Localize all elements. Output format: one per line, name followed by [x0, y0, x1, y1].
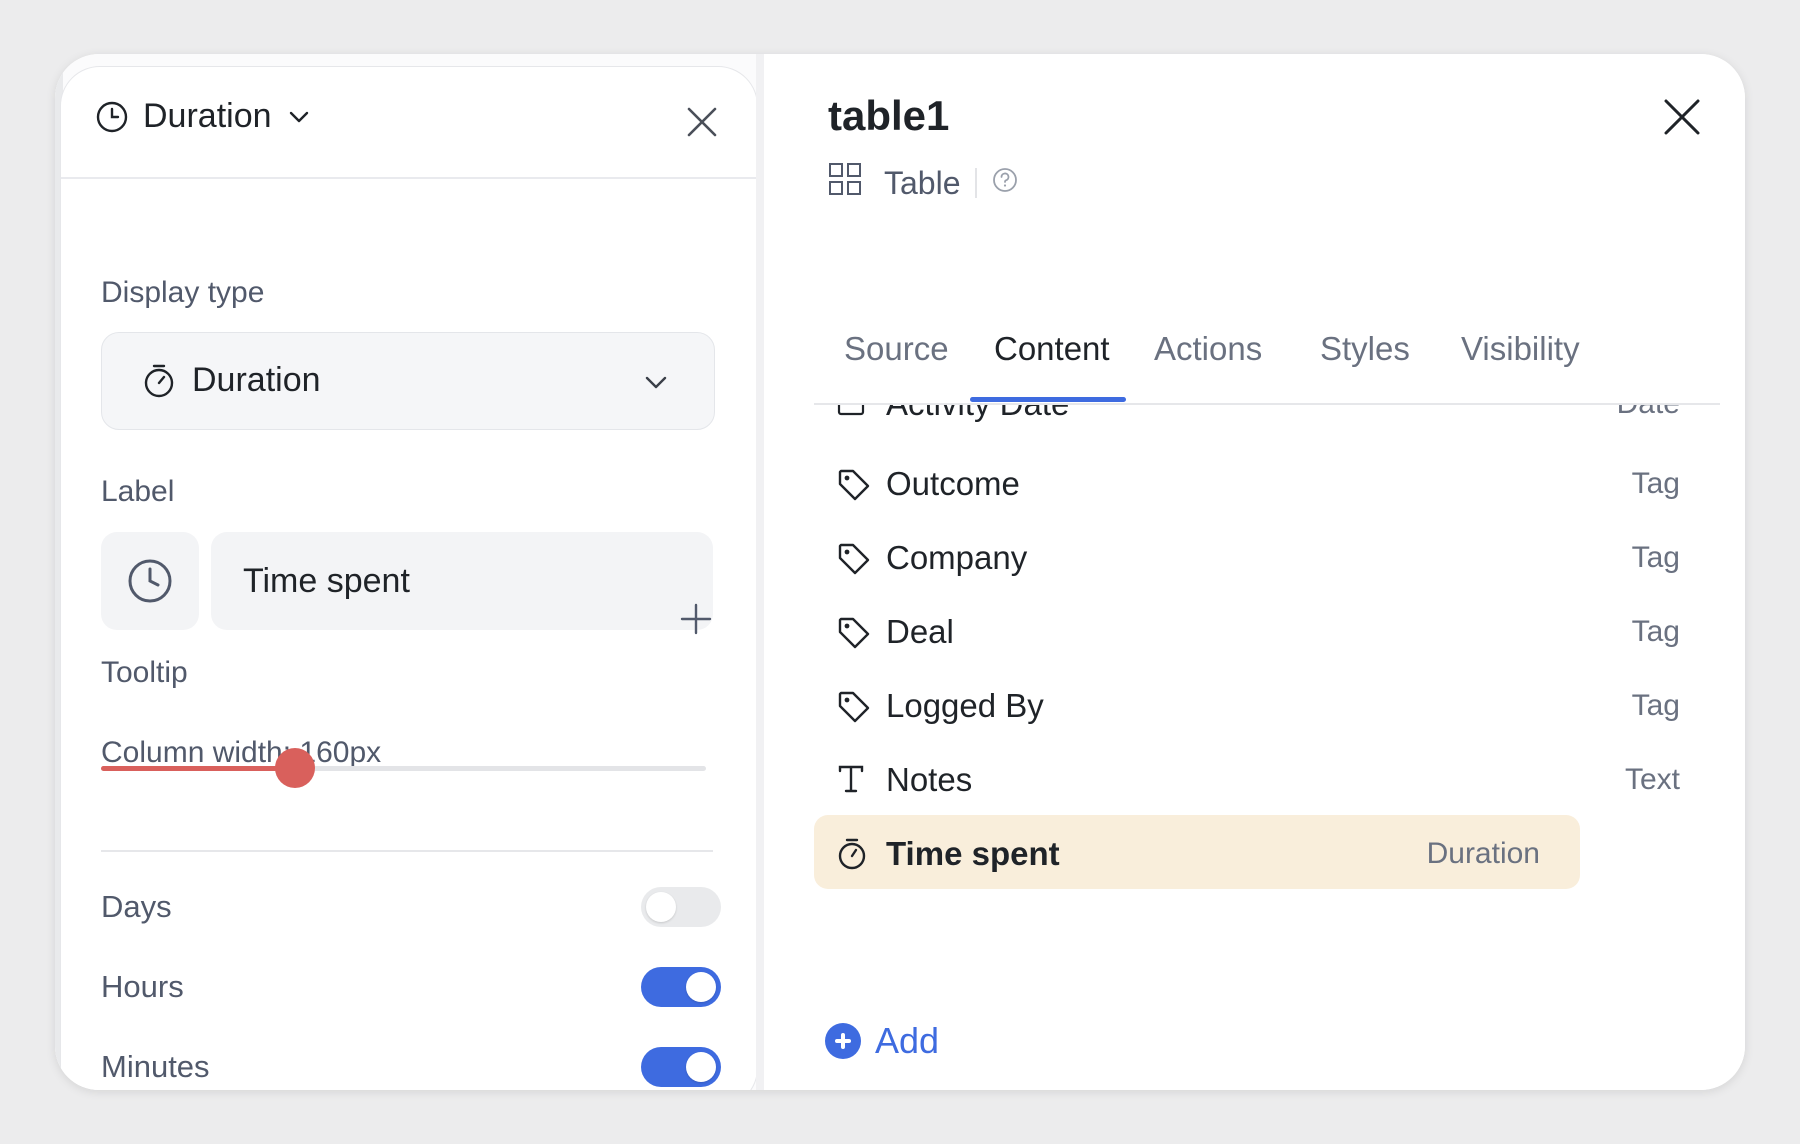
clock-icon [95, 100, 129, 134]
display-type-value: Duration [192, 361, 321, 399]
tooltip-label: Tooltip [101, 656, 188, 689]
column-row-label: Deal [886, 613, 954, 650]
toggle-knob [686, 972, 716, 1002]
label-icon-picker[interactable] [101, 532, 199, 630]
help-icon[interactable] [991, 165, 1019, 202]
close-icon[interactable] [685, 105, 719, 139]
column-row-type: Tag [1631, 615, 1680, 648]
tab-content[interactable]: Content [994, 330, 1110, 368]
active-tab-indicator [970, 397, 1126, 402]
column-row[interactable]: Company Tag [814, 519, 1720, 593]
close-icon[interactable] [1661, 96, 1703, 138]
add-column-label: Add [875, 1020, 940, 1061]
stopwatch-icon [142, 363, 176, 404]
column-row-label: Time spent [886, 835, 1060, 872]
panel-divider [756, 54, 764, 1090]
label-section-label: Label [101, 475, 175, 508]
add-tooltip-button[interactable] [679, 602, 713, 636]
column-row-type: Tag [1631, 541, 1680, 574]
tag-icon [836, 541, 872, 582]
column-width-slider[interactable] [101, 748, 706, 788]
column-row[interactable]: Notes Text [814, 741, 1720, 815]
app-window: Duration Display type Duration Label Tim… [55, 54, 1745, 1090]
column-row-type: Tag [1631, 467, 1680, 500]
clock-icon [128, 559, 172, 603]
plus-circle-icon [825, 1023, 861, 1059]
toggle-label-hours: Hours [101, 969, 184, 1004]
tag-icon [836, 615, 872, 656]
tag-icon [836, 467, 872, 508]
tag-icon [836, 689, 872, 730]
separator [974, 168, 977, 198]
column-row-type: Duration [1426, 837, 1540, 870]
column-list: Activity DateDateOutcomeTagCompanyTagDea… [814, 405, 1720, 1035]
column-row-type: Tag [1631, 689, 1680, 722]
column-row[interactable]: Outcome Tag [814, 445, 1720, 519]
toggle-hours[interactable] [641, 967, 721, 1007]
column-row-label: Company [886, 539, 1028, 576]
display-type-select[interactable]: Duration [101, 332, 715, 430]
add-column-button[interactable]: Add [825, 1020, 939, 1062]
column-type-menu[interactable]: Duration [95, 97, 312, 136]
text-icon [836, 763, 866, 800]
tab-actions[interactable]: Actions [1154, 330, 1262, 368]
toggle-minutes[interactable] [641, 1047, 721, 1087]
slider-fill [101, 766, 295, 771]
component-type-label: Table [884, 164, 961, 201]
toggle-label-days: Days [101, 889, 172, 924]
component-name: table1 [828, 92, 950, 139]
column-row-type: Text [1624, 763, 1680, 796]
column-row[interactable]: Logged By Tag [814, 667, 1720, 741]
column-width-label: Column width: 160px [101, 736, 382, 769]
column-type-title: Duration [143, 97, 272, 135]
column-row-label: Notes [886, 761, 973, 798]
slider-thumb[interactable] [274, 748, 315, 788]
column-row[interactable]: Deal Tag [814, 593, 1720, 667]
toggle-knob [646, 892, 676, 922]
toggle-days[interactable] [641, 887, 721, 927]
column-settings-panel: Duration Display type Duration Label Tim… [55, 54, 758, 1090]
stopwatch-icon [836, 837, 868, 876]
chevron-down-icon [642, 369, 670, 400]
column-row-label: Outcome [886, 465, 1020, 502]
column-row[interactable]: Activity Date Date [814, 405, 1720, 439]
column-settings-header: Duration [61, 67, 757, 179]
tab-visibility[interactable]: Visibility [1461, 330, 1580, 368]
display-type-label: Display type [101, 276, 265, 309]
plus-icon [680, 603, 712, 635]
chevron-down-icon [286, 104, 312, 130]
column-row-type: Date [1617, 405, 1680, 421]
tab-bar: Source Content Actions Styles Visibility [814, 330, 1714, 402]
component-type: Table [828, 162, 1019, 204]
table-icon [828, 162, 862, 204]
calendar-icon [836, 405, 866, 422]
column-row-label: Activity Date [886, 405, 1069, 423]
label-input-value: Time spent [243, 562, 410, 600]
column-row[interactable]: Time spent Duration [814, 815, 1580, 889]
inspector-panel: table1 Table Source Content Actions Styles V… [764, 54, 1745, 1090]
toggle-knob [686, 1052, 716, 1082]
divider [101, 850, 713, 852]
column-settings-card: Duration Display type Duration Label Tim… [60, 66, 758, 1090]
tab-styles[interactable]: Styles [1320, 330, 1410, 368]
toggle-label-minutes: Minutes [101, 1049, 210, 1084]
label-input[interactable]: Time spent [211, 532, 713, 630]
column-row-label: Logged By [886, 687, 1044, 724]
tab-source[interactable]: Source [844, 330, 949, 368]
